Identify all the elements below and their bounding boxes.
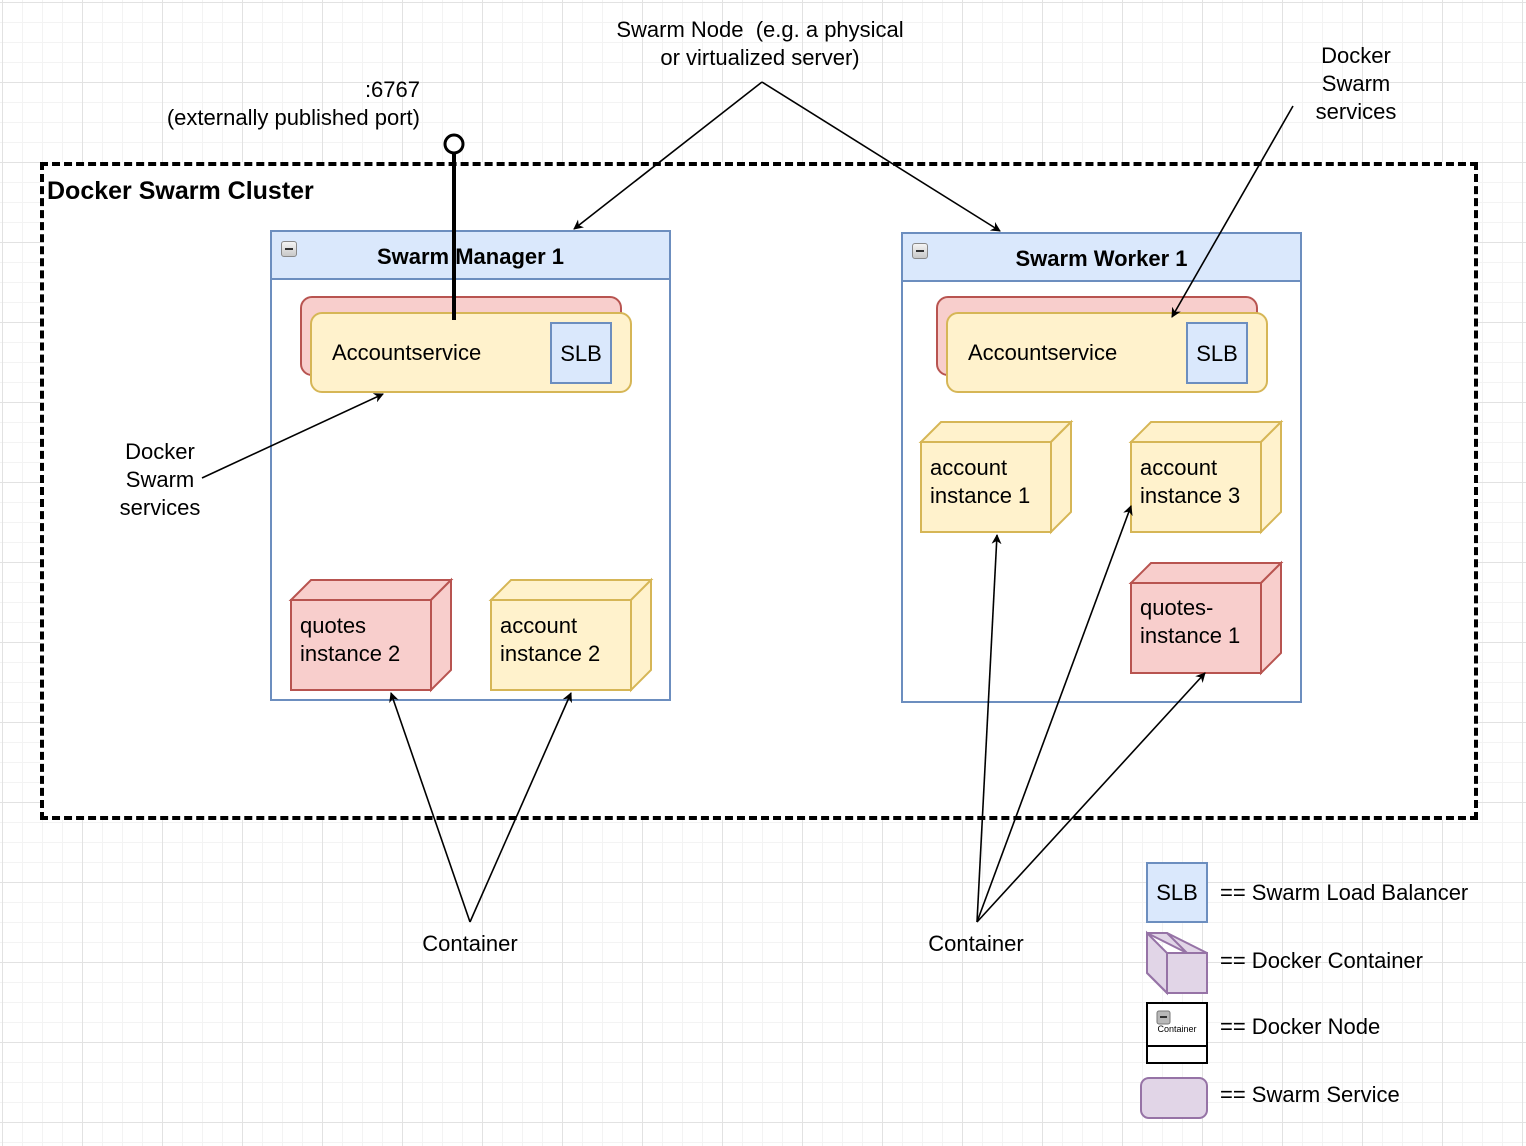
legend-item-docker-node: == Docker Node [1220,1014,1381,1039]
arrow-swarm-node-to-manager[interactable] [573,81,763,230]
arrow-container-to-account-1[interactable] [976,534,1002,923]
legend-service-symbol [1140,1077,1208,1119]
container-label: quotes- instance 1 [1140,595,1241,648]
container-label: account instance 2 [500,613,601,666]
arrow-container-to-account-2[interactable] [469,692,572,923]
legend-item-swarm-service: == Swarm Service [1220,1082,1400,1107]
arrow-services-to-manager-service[interactable] [201,393,384,479]
arrow-services-to-worker-service[interactable] [1171,105,1294,318]
docker-swarm-services-annotation-left: Docker Swarm services [119,439,201,520]
container-label: account instance 3 [1140,455,1241,508]
arrow-container-to-quotes-2[interactable] [389,692,471,923]
published-port-connector[interactable] [443,133,465,320]
container-annotation-left: Container [422,931,518,956]
legend-slb-symbol-label: SLB [1156,880,1198,905]
arrow-container-to-account-3[interactable] [976,505,1133,923]
diagram-shapes [201,81,1294,1119]
legend-container-symbol [1146,930,1208,996]
legend-item-docker-container: == Docker Container [1220,948,1423,973]
container-annotation-right: Container [928,931,1024,956]
legend-node-symbol-label: Container [1157,1024,1197,1034]
arrow-swarm-node-to-worker[interactable] [761,81,1001,232]
container-label: account instance 1 [930,455,1031,508]
legend-item-swarm-load-balancer: == Swarm Load Balancer [1220,880,1469,905]
container-label: quotes instance 2 [300,613,401,666]
